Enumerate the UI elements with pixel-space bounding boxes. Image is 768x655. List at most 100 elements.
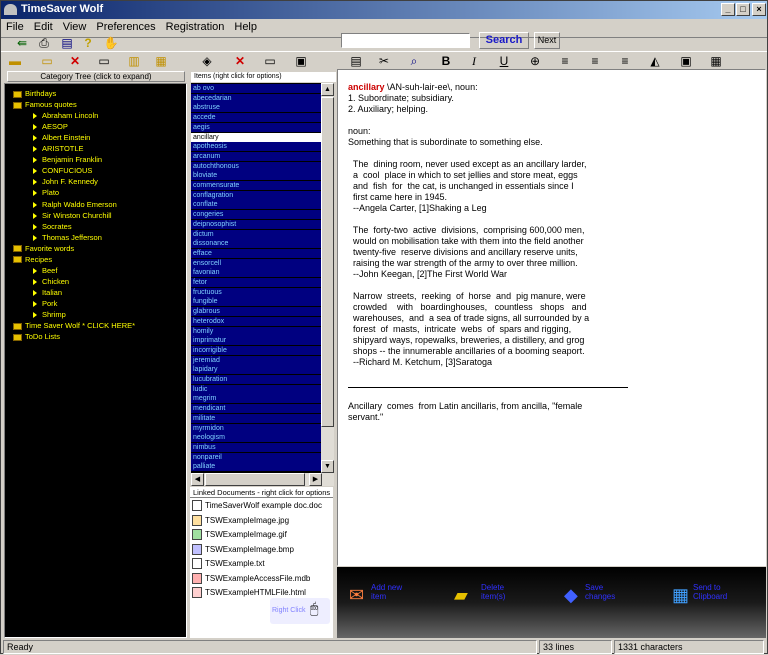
list-item[interactable]: conflate xyxy=(191,200,321,211)
list-item[interactable]: dissonance xyxy=(191,239,321,250)
tree-node[interactable]: Recipes xyxy=(13,255,52,264)
preview-icon[interactable]: ▤ xyxy=(56,33,78,53)
copy-item-icon[interactable]: ▣ xyxy=(290,51,312,71)
list-item[interactable]: apotheosis xyxy=(191,142,321,153)
tree-node[interactable]: Plato xyxy=(33,188,59,197)
tree-node[interactable]: Chicken xyxy=(33,277,69,286)
search-button[interactable]: Search xyxy=(479,32,529,49)
rename-icon[interactable]: ▭ xyxy=(93,51,115,71)
scroll-right-icon[interactable]: ▶ xyxy=(309,473,322,486)
new-item-icon[interactable]: ◈ xyxy=(196,51,218,71)
category-tree[interactable]: Birthdays Famous quotes Abraham Lincoln AES… xyxy=(4,83,187,638)
list-item[interactable]: lapidary xyxy=(191,365,321,376)
menu-edit[interactable]: Edit xyxy=(29,19,58,33)
help-icon[interactable]: ? xyxy=(77,33,99,53)
import-icon[interactable]: ⇚ xyxy=(11,33,33,53)
tree-node[interactable]: AESOP xyxy=(33,122,68,131)
delete-item-icon[interactable]: ✕ xyxy=(229,51,251,71)
italic-icon[interactable]: I xyxy=(463,51,485,71)
paste-icon[interactable]: ▤ xyxy=(345,51,367,71)
list-item[interactable]: dictum xyxy=(191,229,321,240)
list-item[interactable]: neologism xyxy=(191,433,321,444)
scroll-thumb[interactable] xyxy=(321,97,334,427)
list-item[interactable]: accede xyxy=(191,113,321,124)
tree-node[interactable]: Benjamin Franklin xyxy=(33,155,102,164)
menu-preferences[interactable]: Preferences xyxy=(91,19,160,33)
tree-node[interactable]: CONFUCIOUS xyxy=(33,166,92,175)
menu-registration[interactable]: Registration xyxy=(161,19,230,33)
tree-node[interactable]: Time Saver Wolf * CLICK HERE* xyxy=(13,321,135,330)
scroll-up-icon[interactable]: ▲ xyxy=(321,83,334,96)
cut-icon[interactable]: ✂ xyxy=(373,51,395,71)
search-input[interactable] xyxy=(341,33,470,48)
list-item[interactable]: nimbus xyxy=(191,442,321,453)
tree-node[interactable]: ToDo Lists xyxy=(13,332,60,341)
list-item[interactable]: imprimatur xyxy=(191,336,321,347)
tree-node[interactable]: Thomas Jefferson xyxy=(33,233,102,242)
list-item[interactable]: megrim xyxy=(191,394,321,405)
items-hscrollbar[interactable]: ◀ ▶ xyxy=(191,473,334,486)
maximize-icon[interactable]: □ xyxy=(736,3,750,16)
align-right-icon[interactable]: ≡ xyxy=(614,51,636,71)
hscroll-thumb[interactable] xyxy=(205,473,305,486)
list-item[interactable]: ab ovo xyxy=(191,84,321,94)
linked-doc-item[interactable]: TSWExampleImage.gif xyxy=(192,528,287,542)
tree-node[interactable]: Ralph Waldo Emerson xyxy=(33,200,117,209)
next-button[interactable]: Next xyxy=(534,32,560,49)
new-folder-icon[interactable]: ▬ xyxy=(4,51,26,71)
handshake-icon[interactable]: ✋ xyxy=(100,33,122,53)
tree-node[interactable]: Pork xyxy=(33,299,57,308)
linked-doc-item[interactable]: TSWExampleImage.bmp xyxy=(192,543,294,557)
tree-node[interactable]: Sir Winston Churchill xyxy=(33,211,112,220)
linked-doc-item[interactable]: TimeSaverWolf example doc.doc xyxy=(192,499,322,513)
list-item[interactable]: mendicant xyxy=(191,404,321,415)
content-text[interactable]: ancillary \AN-suh-lair-ee\, noun: 1. Sub… xyxy=(348,82,589,368)
tree-node[interactable]: Birthdays xyxy=(13,89,56,98)
delete-category-icon[interactable]: ✕ xyxy=(64,51,86,71)
list-item[interactable]: efface xyxy=(191,248,321,259)
list-item[interactable]: autochthonous xyxy=(191,161,321,172)
find-icon[interactable]: ⌕ xyxy=(403,51,425,71)
delete-items-label[interactable]: Delete item(s) xyxy=(481,583,505,601)
list-item[interactable]: abstruse xyxy=(191,103,321,114)
rename-item-icon[interactable]: ▭ xyxy=(259,51,281,71)
color-icon[interactable]: ◭ xyxy=(644,51,666,71)
list-item[interactable]: congeries xyxy=(191,210,321,221)
list-item[interactable]: arcanum xyxy=(191,151,321,162)
linked-doc-item[interactable]: TSWExampleImage.jpg xyxy=(192,514,289,528)
list-item[interactable]: fungible xyxy=(191,297,321,308)
tree-node[interactable]: Socrates xyxy=(33,222,72,231)
list-item[interactable]: myrmidon xyxy=(191,423,321,434)
list-item[interactable]: bloviate xyxy=(191,171,321,182)
font-icon[interactable]: ▣ xyxy=(675,51,697,71)
print-icon[interactable]: ⎙ xyxy=(33,33,55,53)
items-list[interactable]: ab ovo abecedarian abstruse accede aegis anci… xyxy=(191,83,321,473)
options-icon[interactable]: ▦ xyxy=(705,51,727,71)
list-item[interactable]: palliate xyxy=(191,462,321,473)
menu-view[interactable]: View xyxy=(58,19,92,33)
list-item[interactable]: militate xyxy=(191,413,321,424)
tree-node[interactable]: Shrimp xyxy=(33,310,66,319)
new-subfolder-icon[interactable]: ▭ xyxy=(36,51,58,71)
list-item[interactable]: ancillary xyxy=(191,132,321,143)
tree-node[interactable]: Favorite words xyxy=(13,244,74,253)
tree-node[interactable]: Famous quotes xyxy=(13,100,77,109)
linked-doc-item[interactable]: TSWExampleAccessFile.mdb xyxy=(192,572,310,586)
menu-help[interactable]: Help xyxy=(229,19,262,33)
list-item[interactable]: aegis xyxy=(191,122,321,133)
list-item[interactable]: glabrous xyxy=(191,307,321,318)
tree-node[interactable]: Abraham Lincoln xyxy=(33,111,98,120)
list-item[interactable]: ensorcell xyxy=(191,258,321,269)
scroll-down-icon[interactable]: ▼ xyxy=(321,460,334,473)
list-item[interactable]: commensurate xyxy=(191,181,321,191)
list-item[interactable]: jeremiad xyxy=(191,355,321,366)
tree-header[interactable]: Category Tree (click to expand) xyxy=(7,71,185,82)
list-item[interactable]: nonpareil xyxy=(191,452,321,463)
content-editor[interactable]: ancillary \AN-suh-lair-ee\, noun: 1. Sub… xyxy=(337,69,766,566)
close-icon[interactable]: × xyxy=(752,3,766,16)
list-item[interactable]: heterodox xyxy=(191,316,321,327)
minimize-icon[interactable]: _ xyxy=(721,3,735,16)
tree-node[interactable]: ARISTOTLE xyxy=(33,144,84,153)
list-item[interactable]: fructuous xyxy=(191,287,321,298)
align-center-icon[interactable]: ≡ xyxy=(584,51,606,71)
